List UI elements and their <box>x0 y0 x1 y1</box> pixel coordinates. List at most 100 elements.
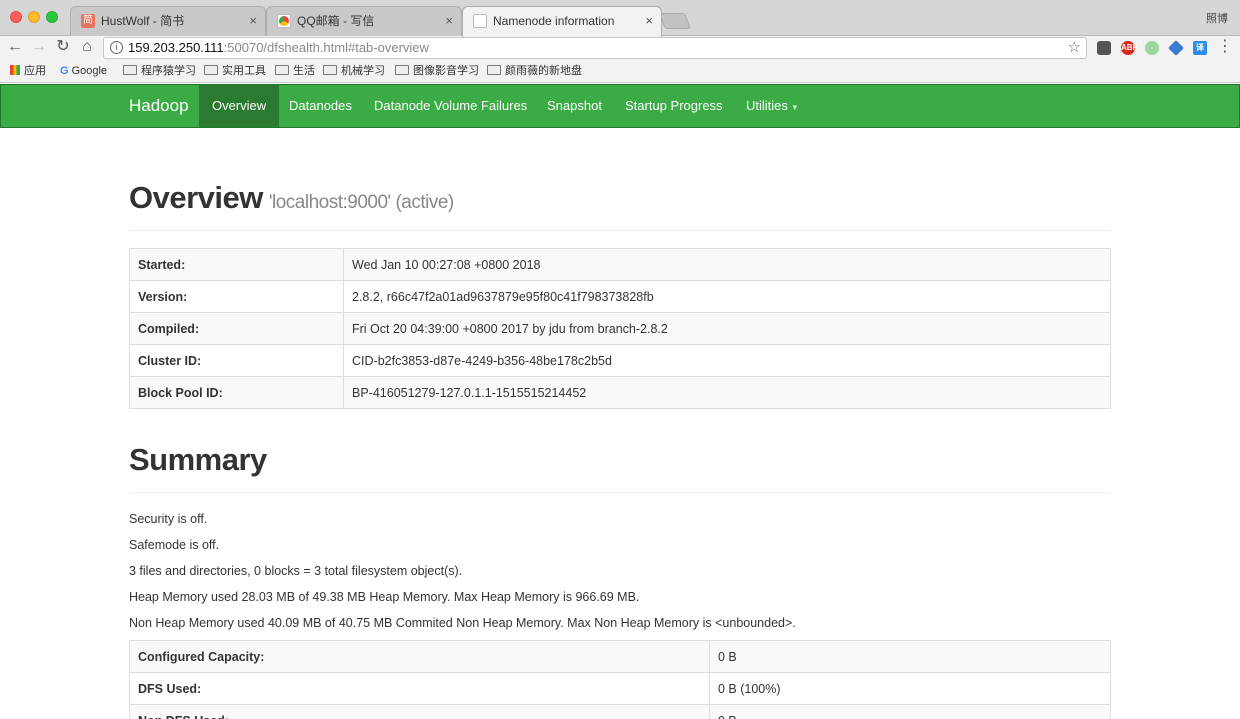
bookmark-star-icon[interactable]: ☆ <box>1068 38 1081 58</box>
tab-title: QQ邮箱 - 写信 <box>297 14 375 28</box>
bookmarks-bar: 应用 G Google 程序猿学习 实用工具 生活 机械学习 图像影音学习 颜雨薇… <box>0 60 1240 83</box>
bookmark-folder[interactable]: 程序猿学习 <box>123 64 196 78</box>
browser-toolbar: ← → ↻ ⌂ i 159.203.250.111:50070/dfshealt… <box>0 36 1240 60</box>
folder-icon <box>204 65 218 75</box>
bookmark-apps[interactable]: 应用 <box>10 64 46 78</box>
reload-icon[interactable]: ↻ <box>54 38 72 56</box>
bookmark-label: 图像影音学习 <box>413 65 479 77</box>
evernote-icon[interactable] <box>1097 41 1111 55</box>
overview-table: Started: Wed Jan 10 00:27:08 +0800 2018 V… <box>129 248 1111 409</box>
extension-diamond-icon[interactable] <box>1168 40 1184 56</box>
apps-grid-icon <box>10 65 20 75</box>
row-value: Wed Jan 10 00:27:08 +0800 2018 <box>343 248 1111 281</box>
bookmark-label: 生活 <box>293 65 315 77</box>
qqmail-favicon-icon <box>277 14 291 28</box>
browser-tab[interactable]: 简 HustWolf - 简书 × <box>70 6 266 36</box>
bookmark-google[interactable]: G Google <box>60 64 107 78</box>
jianshu-favicon-icon: 简 <box>81 14 95 28</box>
row-key: Compiled: <box>129 312 344 345</box>
bookmark-folder[interactable]: 实用工具 <box>204 64 266 78</box>
table-row: Block Pool ID: BP-416051279-127.0.1.1-151… <box>129 376 1111 409</box>
url-path: :50070/dfshealth.html#tab-overview <box>223 40 429 55</box>
divider <box>129 230 1111 231</box>
nav-overview[interactable]: Overview <box>199 85 280 127</box>
row-key: Started: <box>129 248 344 281</box>
nav-startup-progress[interactable]: Startup Progress <box>612 85 736 127</box>
overview-subtitle: 'localhost:9000' (active) <box>268 192 454 213</box>
folder-icon <box>123 65 137 75</box>
browser-tab[interactable]: QQ邮箱 - 写信 × <box>266 6 462 36</box>
row-value: 0 B (100%) <box>709 672 1111 705</box>
row-value: BP-416051279-127.0.1.1-1515515214452 <box>343 376 1111 409</box>
summary-table: Configured Capacity: 0 B DFS Used: 0 B (10… <box>129 640 1111 719</box>
hadoop-brand-link[interactable]: Hadoop <box>129 85 189 127</box>
bookmark-label: 机械学习 <box>341 65 385 77</box>
row-value: 2.8.2, r66c47f2a01ad9637879e95f80c41f798… <box>343 280 1111 313</box>
heap-memory: Heap Memory used 28.03 MB of 49.38 MB He… <box>129 590 640 604</box>
table-row: Configured Capacity: 0 B <box>129 640 1111 673</box>
new-tab-button[interactable] <box>659 13 691 29</box>
address-bar[interactable]: i 159.203.250.111:50070/dfshealth.html#t… <box>103 37 1087 59</box>
folder-icon <box>275 65 289 75</box>
home-icon[interactable]: ⌂ <box>78 38 96 56</box>
row-key: Configured Capacity: <box>129 640 710 673</box>
divider <box>129 492 1111 493</box>
bookmark-label: 实用工具 <box>222 65 266 77</box>
nav-utilities-dropdown[interactable]: Utilities ▼ <box>733 85 812 127</box>
row-key: Non DFS Used: <box>129 704 710 719</box>
filesystem-objects: 3 files and directories, 0 blocks = 3 to… <box>129 564 463 578</box>
summary-heading: Summary <box>129 442 267 478</box>
folder-icon <box>395 65 409 75</box>
page-favicon-icon <box>473 14 487 28</box>
google-icon: G <box>60 65 69 77</box>
overview-heading: Overview'localhost:9000' (active) <box>129 180 454 216</box>
row-key: Version: <box>129 280 344 313</box>
close-tab-icon[interactable]: × <box>249 7 257 35</box>
bookmark-folder[interactable]: 生活 <box>275 64 315 78</box>
row-key: Cluster ID: <box>129 344 344 377</box>
row-value: 0 B <box>709 704 1111 719</box>
row-value: 0 B <box>709 640 1111 673</box>
back-arrow-icon[interactable]: ← <box>6 38 24 56</box>
extension-dot-icon[interactable] <box>1145 41 1159 55</box>
browser-tab-active[interactable]: Namenode information × <box>462 6 662 37</box>
browser-tab-bar: 简 HustWolf - 简书 × QQ邮箱 - 写信 × Namenode i… <box>0 0 1240 37</box>
summary-title: Summary <box>129 442 267 477</box>
folder-icon <box>487 65 501 75</box>
row-key: Block Pool ID: <box>129 376 344 409</box>
close-tab-icon[interactable]: × <box>445 7 453 35</box>
caret-down-icon: ▼ <box>790 103 799 112</box>
row-value: CID-b2fc3853-d87e-4249-b356-48be178c2b5d <box>343 344 1111 377</box>
profile-name[interactable]: 照博 <box>1206 10 1228 26</box>
row-value: Fri Oct 20 04:39:00 +0800 2017 by jdu fr… <box>343 312 1111 345</box>
security-status: Security is off. <box>129 512 208 526</box>
close-tab-icon[interactable]: × <box>645 7 653 35</box>
url-host: 159.203.250.111 <box>128 40 224 55</box>
tab-title: HustWolf - 简书 <box>101 14 185 28</box>
bookmark-folder[interactable]: 图像影音学习 <box>395 64 479 78</box>
adblock-icon[interactable]: ABP <box>1121 41 1138 55</box>
close-window-button[interactable] <box>10 11 22 23</box>
bookmark-label: 颜雨薇的新地盘 <box>505 65 582 77</box>
table-row: Version: 2.8.2, r66c47f2a01ad9637879e95f8… <box>129 280 1111 313</box>
minimize-window-button[interactable] <box>28 11 40 23</box>
safemode-status: Safemode is off. <box>129 538 220 552</box>
translate-icon[interactable]: 译 <box>1193 41 1207 55</box>
maximize-window-button[interactable] <box>46 11 58 23</box>
non-heap-memory: Non Heap Memory used 40.09 MB of 40.75 M… <box>129 616 796 630</box>
table-row: Started: Wed Jan 10 00:27:08 +0800 2018 <box>129 248 1111 281</box>
site-info-icon[interactable]: i <box>110 41 123 54</box>
nav-utilities-label: Utilities <box>746 98 788 113</box>
table-row: Compiled: Fri Oct 20 04:39:00 +0800 2017 … <box>129 312 1111 345</box>
bookmark-label: 程序猿学习 <box>141 65 196 77</box>
bookmark-folder[interactable]: 机械学习 <box>323 64 385 78</box>
chrome-menu-icon[interactable]: ⋮ <box>1216 38 1234 56</box>
nav-datanodes[interactable]: Datanodes <box>276 85 365 127</box>
hadoop-navbar: Hadoop Overview Datanodes Datanode Volum… <box>0 84 1240 128</box>
bookmark-folder[interactable]: 颜雨薇的新地盘 <box>487 64 582 78</box>
table-row: Non DFS Used:0 B <box>129 704 1111 719</box>
table-row: DFS Used: 0 B (100%) <box>129 672 1111 705</box>
forward-arrow-icon[interactable]: → <box>30 38 48 56</box>
nav-snapshot[interactable]: Snapshot <box>534 85 615 127</box>
nav-datanode-volume-failures[interactable]: Datanode Volume Failures <box>361 85 540 127</box>
